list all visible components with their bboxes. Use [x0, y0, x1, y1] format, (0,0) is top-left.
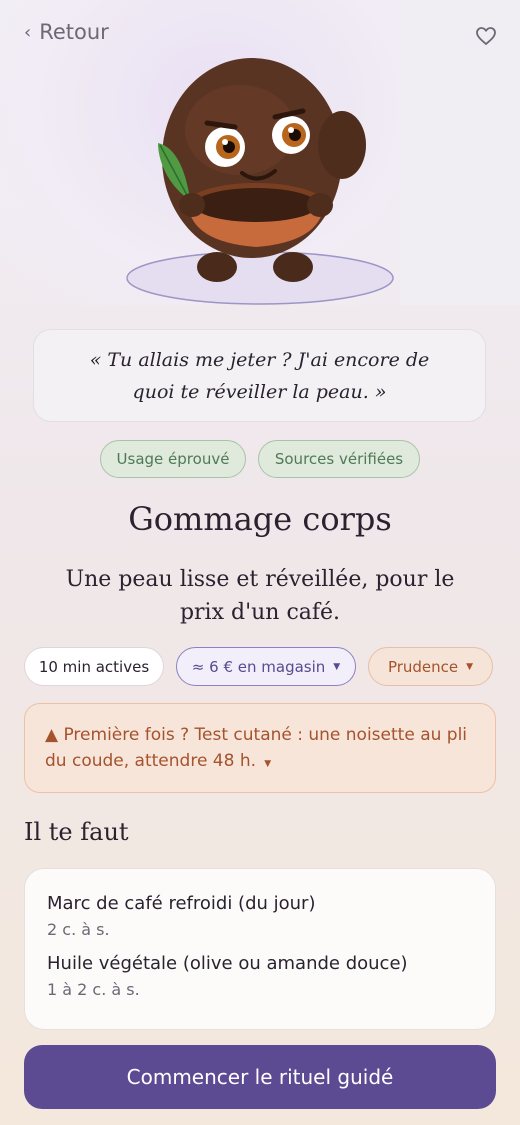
heart-icon[interactable] [474, 24, 498, 48]
caret-down-icon: ▼ [261, 759, 272, 769]
coffee-mascot-illustration [126, 58, 394, 305]
cost-label: ≈ 6 € en magasin [191, 657, 326, 676]
caution-chip[interactable]: Prudence ▼ [368, 647, 493, 686]
caution-label: Prudence [387, 657, 459, 676]
ingredient-item: Marc de café refroidi (du jour) 2 c. à s… [47, 893, 473, 939]
back-label: Retour [39, 20, 109, 44]
ingredients-card: Marc de café refroidi (du jour) 2 c. à s… [24, 868, 496, 1030]
ingredient-quantity: 2 c. à s. [47, 920, 110, 939]
badge-sources-verifiees: Sources vérifiées [258, 440, 420, 478]
caret-down-icon: ▼ [466, 661, 474, 672]
ingredient-name: Marc de café refroidi (du jour) [47, 893, 316, 914]
mascot-quote: « Tu allais me jeter ? J'ai encore de qu… [33, 329, 486, 422]
section-title-ingredients: Il te faut [24, 818, 129, 846]
back-button[interactable]: ‹ Retour [24, 20, 109, 44]
start-ritual-button[interactable]: Commencer le rituel guidé [24, 1045, 496, 1109]
cost-chip[interactable]: ≈ 6 € en magasin ▼ [176, 647, 356, 686]
page-title: Gommage corps [128, 500, 392, 538]
ingredient-name: Huile végétale (olive ou amande douce) [47, 953, 408, 974]
ingredient-item: Huile végétale (olive ou amande douce) 1… [47, 953, 473, 999]
page-subtitle: Une peau lisse et réveillée, pour le pri… [65, 567, 455, 625]
badge-usage-eprouve: Usage éprouvé [100, 440, 246, 478]
caret-down-icon: ▼ [333, 661, 341, 672]
warning-text: ▲ Première fois ? Test cutané : une nois… [45, 725, 468, 771]
patch-test-warning[interactable]: ▲ Première fois ? Test cutané : une nois… [24, 703, 496, 793]
duration-label: 10 min actives [38, 657, 150, 676]
ingredient-quantity: 1 à 2 c. à s. [47, 980, 140, 999]
hero-background-right [400, 0, 520, 305]
duration-chip: 10 min actives [24, 647, 164, 686]
chevron-left-icon: ‹ [24, 21, 32, 43]
